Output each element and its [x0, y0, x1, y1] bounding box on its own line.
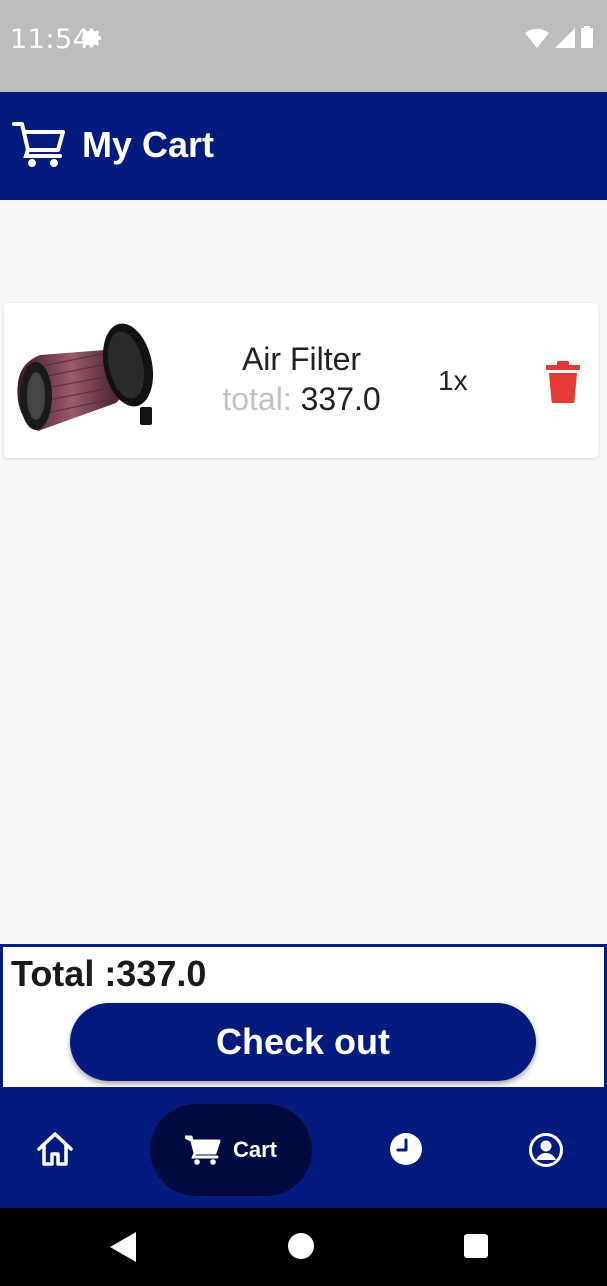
app-bar: My Cart — [0, 92, 607, 200]
status-bar: 11:54 — [0, 0, 607, 92]
account-icon[interactable] — [528, 1132, 564, 1168]
status-time: 11:54 — [10, 24, 91, 55]
bottom-nav: Cart — [0, 1090, 607, 1208]
cart-item: Air Filter total: 337.0 1x — [4, 303, 598, 458]
back-icon[interactable] — [110, 1232, 138, 1262]
nav-cart-label: Cart — [232, 1137, 277, 1162]
signal-icon — [555, 28, 575, 48]
air-filter-image — [17, 323, 154, 431]
checkout-panel: Total :337.0 Check out — [0, 944, 607, 1090]
item-quantity: 1x — [438, 365, 468, 396]
home-icon[interactable] — [36, 1130, 74, 1168]
trash-icon[interactable] — [546, 361, 580, 403]
item-total: total: 337.0 — [194, 381, 409, 418]
battery-icon — [581, 26, 593, 48]
recents-icon[interactable] — [464, 1234, 488, 1258]
status-icons — [525, 26, 593, 48]
screen: 11:54 My Cart Air Filter total: 337.0 1x… — [0, 0, 607, 1286]
settings-icon — [82, 28, 101, 48]
page-title: My Cart — [82, 124, 215, 165]
system-nav-bar — [0, 1208, 607, 1286]
item-total-label: total: — [222, 381, 292, 417]
nav-item-cart[interactable]: Cart — [150, 1104, 312, 1196]
item-name: Air Filter — [241, 341, 362, 377]
grand-total: Total :337.0 — [11, 953, 207, 994]
home-circle-icon[interactable] — [288, 1233, 314, 1259]
cart-icon — [12, 122, 65, 167]
item-total-value: 337.0 — [300, 381, 381, 417]
wifi-icon — [525, 28, 549, 48]
clock-icon[interactable] — [389, 1132, 423, 1166]
checkout-button[interactable]: Check out — [70, 1003, 536, 1081]
cart-icon — [184, 1135, 221, 1165]
